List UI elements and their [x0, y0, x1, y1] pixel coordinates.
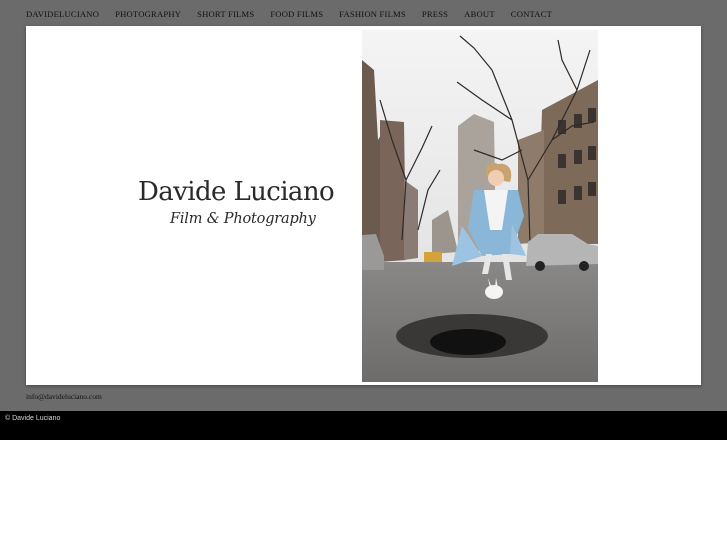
nav-item-photography[interactable]: PHOTOGRAPHY: [115, 8, 181, 20]
nav-item-fashion-films[interactable]: FASHION FILMS: [339, 8, 406, 20]
copyright-text: © Davide Luciano: [5, 415, 61, 422]
page-background: DAVIDELUCIANO PHOTOGRAPHY SHORT FILMS FO…: [0, 0, 727, 411]
footer-bar: © Davide Luciano: [0, 411, 727, 440]
nav-item-davideluciano[interactable]: DAVIDELUCIANO: [26, 8, 99, 20]
hero-photo[interactable]: [362, 30, 598, 382]
nav-item-press[interactable]: PRESS: [422, 8, 448, 20]
brand-subtitle: Film & Photography: [170, 211, 316, 227]
nav-item-contact[interactable]: CONTACT: [511, 8, 552, 20]
nav-item-short-films[interactable]: SHORT FILMS: [197, 8, 254, 20]
contact-email[interactable]: info@davideluciano.com: [26, 392, 102, 402]
nav-item-food-films[interactable]: FOOD FILMS: [270, 8, 323, 20]
main-nav: DAVIDELUCIANO PHOTOGRAPHY SHORT FILMS FO…: [26, 8, 568, 20]
nav-item-about[interactable]: ABOUT: [464, 8, 495, 20]
hero-photo-illustration: [362, 30, 598, 382]
brand-title: Davide Luciano: [138, 177, 335, 207]
